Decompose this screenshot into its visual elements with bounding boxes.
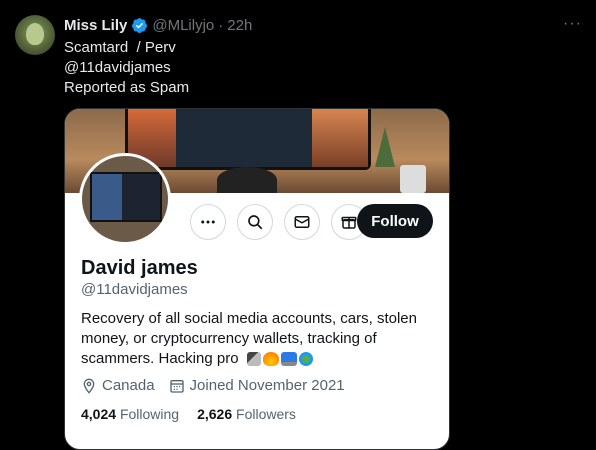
profile-bio: Recovery of all social media accounts, c… <box>81 309 433 369</box>
follow-stats: 4,024 Following 2,626 Followers <box>81 406 296 422</box>
timestamp[interactable]: 22h <box>227 17 252 34</box>
location-text: Canada <box>102 377 155 394</box>
following-count: 4,024 <box>81 406 117 422</box>
follow-button[interactable]: Follow <box>357 204 433 238</box>
joined-date: Joined November 2021 <box>169 377 345 394</box>
location-pin-icon <box>83 378 95 394</box>
more-options-icon[interactable]: ··· <box>563 15 582 33</box>
followers-count: 2,626 <box>197 406 233 422</box>
fire-icon <box>262 352 279 367</box>
plug-icon <box>246 352 261 367</box>
mail-icon[interactable] <box>284 204 320 240</box>
tweet-header: Miss Lily @MLilyjo · 22h <box>64 15 252 35</box>
following-stat[interactable]: 4,024 Following <box>81 406 179 422</box>
search-icon[interactable] <box>237 204 273 240</box>
verified-badge-icon <box>132 17 148 33</box>
separator: · <box>218 16 224 34</box>
profile-handle: @11davidjames <box>81 281 188 298</box>
author-avatar[interactable] <box>15 15 55 55</box>
followers-stat[interactable]: 2,626 Followers <box>197 406 296 422</box>
profile-meta: Canada Joined November 2021 <box>81 377 345 394</box>
profile-screenshot-card[interactable]: Follow David james @11davidjames Recover… <box>64 108 450 450</box>
bio-emojis <box>246 352 313 367</box>
profile-avatar <box>79 153 171 245</box>
profile-display-name: David james <box>81 257 198 279</box>
author-name[interactable]: Miss Lily <box>64 17 127 34</box>
calendar-icon <box>169 379 184 393</box>
more-icon[interactable] <box>190 204 226 240</box>
profile-actions <box>190 204 367 240</box>
globe-icon <box>298 352 313 367</box>
author-handle[interactable]: @MLilyjo <box>152 17 214 34</box>
tweet-text: Scamtard / Perv @11davidjames Reported a… <box>64 39 190 96</box>
laptop-icon <box>280 352 297 367</box>
joined-text: Joined November 2021 <box>189 377 345 394</box>
following-label: Following <box>119 406 180 422</box>
followers-label: Followers <box>236 406 296 422</box>
location: Canada <box>81 377 155 394</box>
